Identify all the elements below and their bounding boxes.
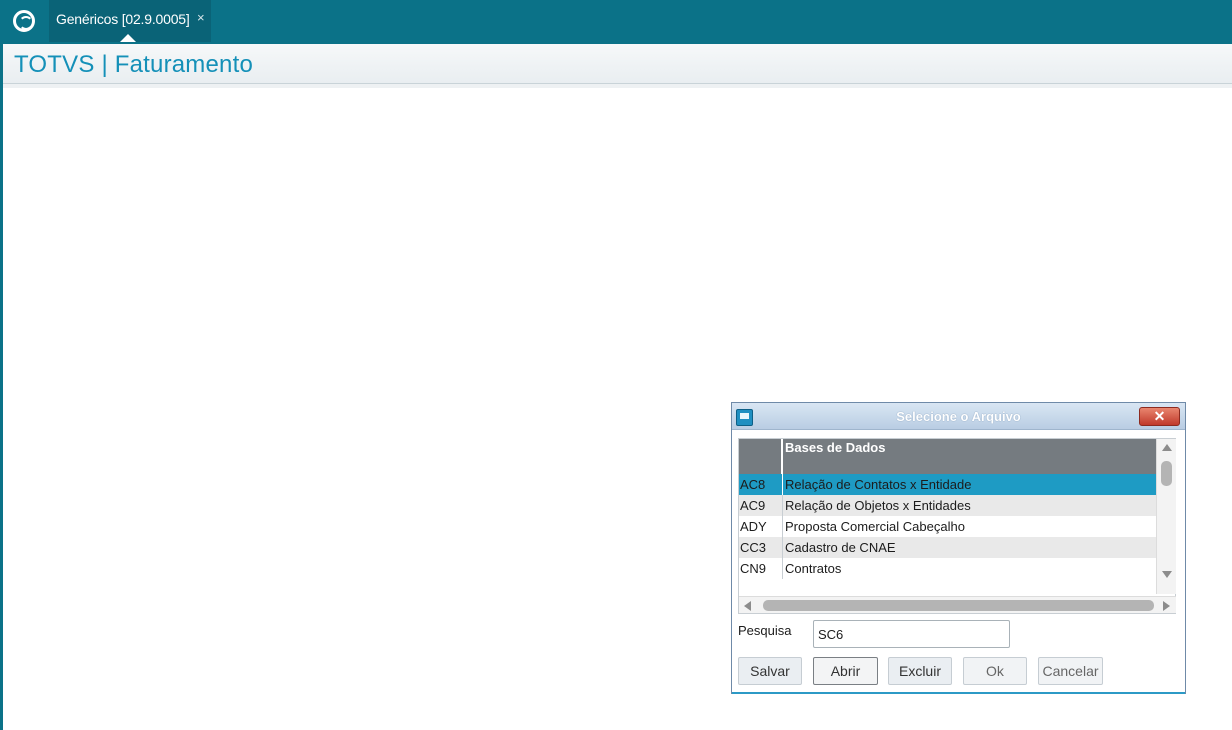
table-row[interactable]: ADY Proposta Comercial Cabeçalho xyxy=(739,516,1156,537)
ok-button[interactable]: Ok xyxy=(963,657,1027,685)
search-input[interactable] xyxy=(813,620,1010,648)
vertical-scrollbar[interactable] xyxy=(1156,439,1176,594)
left-edge xyxy=(0,44,3,730)
row-code: CC3 xyxy=(739,537,783,558)
dialog-title: Selecione o Arquivo xyxy=(896,409,1021,424)
table-row[interactable]: CN9 Contratos xyxy=(739,558,1156,579)
top-bar: Genéricos [02.9.0005] × xyxy=(0,0,1232,44)
dialog-bottom-border xyxy=(732,692,1185,694)
save-button[interactable]: Salvar xyxy=(738,657,802,685)
close-button[interactable]: ✕ xyxy=(1139,407,1180,426)
tab-active-indicator xyxy=(120,34,136,42)
select-file-dialog: Selecione o Arquivo ✕ Bases de Dados AC8… xyxy=(731,402,1186,694)
horizontal-scrollbar[interactable] xyxy=(739,596,1176,613)
row-code: CN9 xyxy=(739,558,783,579)
row-name: Contratos xyxy=(785,561,842,576)
open-button[interactable]: Abrir xyxy=(813,657,878,685)
row-code: AC8 xyxy=(739,474,783,495)
row-code: AC9 xyxy=(739,495,783,516)
table-row[interactable]: AC8 Relação de Contatos x Entidade xyxy=(739,474,1156,495)
cancel-button[interactable]: Cancelar xyxy=(1038,657,1103,685)
row-name: Relação de Objetos x Entidades xyxy=(785,498,971,513)
database-table: Bases de Dados AC8 Relação de Contatos x… xyxy=(738,438,1176,614)
scroll-right-icon[interactable] xyxy=(1163,601,1170,611)
column-header-code[interactable] xyxy=(739,439,783,474)
header-divider xyxy=(3,84,1232,88)
scroll-left-icon[interactable] xyxy=(744,601,751,611)
table-row[interactable]: AC9 Relação de Objetos x Entidades xyxy=(739,495,1156,516)
row-code: ADY xyxy=(739,516,783,537)
page-title: TOTVS | Faturamento xyxy=(14,51,254,78)
column-header-databases[interactable]: Bases de Dados xyxy=(785,440,885,455)
totvs-logo-icon[interactable] xyxy=(13,10,35,32)
table-row[interactable]: CC3 Cadastro de CNAE xyxy=(739,537,1156,558)
tab-close-icon[interactable]: × xyxy=(197,10,205,25)
page-header: TOTVS | Faturamento xyxy=(3,44,1232,84)
vertical-scroll-thumb[interactable] xyxy=(1161,461,1172,486)
search-label: Pesquisa xyxy=(738,623,792,638)
row-name: Cadastro de CNAE xyxy=(785,540,896,555)
scroll-up-icon[interactable] xyxy=(1162,444,1172,451)
scroll-down-icon[interactable] xyxy=(1162,571,1172,578)
tab-genericos[interactable]: Genéricos [02.9.0005] × xyxy=(49,0,211,42)
delete-button[interactable]: Excluir xyxy=(888,657,952,685)
horizontal-scroll-thumb[interactable] xyxy=(763,600,1154,611)
row-name: Proposta Comercial Cabeçalho xyxy=(785,519,965,534)
table-header: Bases de Dados xyxy=(739,439,1156,474)
row-name: Relação de Contatos x Entidade xyxy=(785,477,972,492)
tab-label: Genéricos [02.9.0005] xyxy=(56,11,190,27)
dialog-titlebar[interactable]: Selecione o Arquivo ✕ xyxy=(732,403,1185,430)
